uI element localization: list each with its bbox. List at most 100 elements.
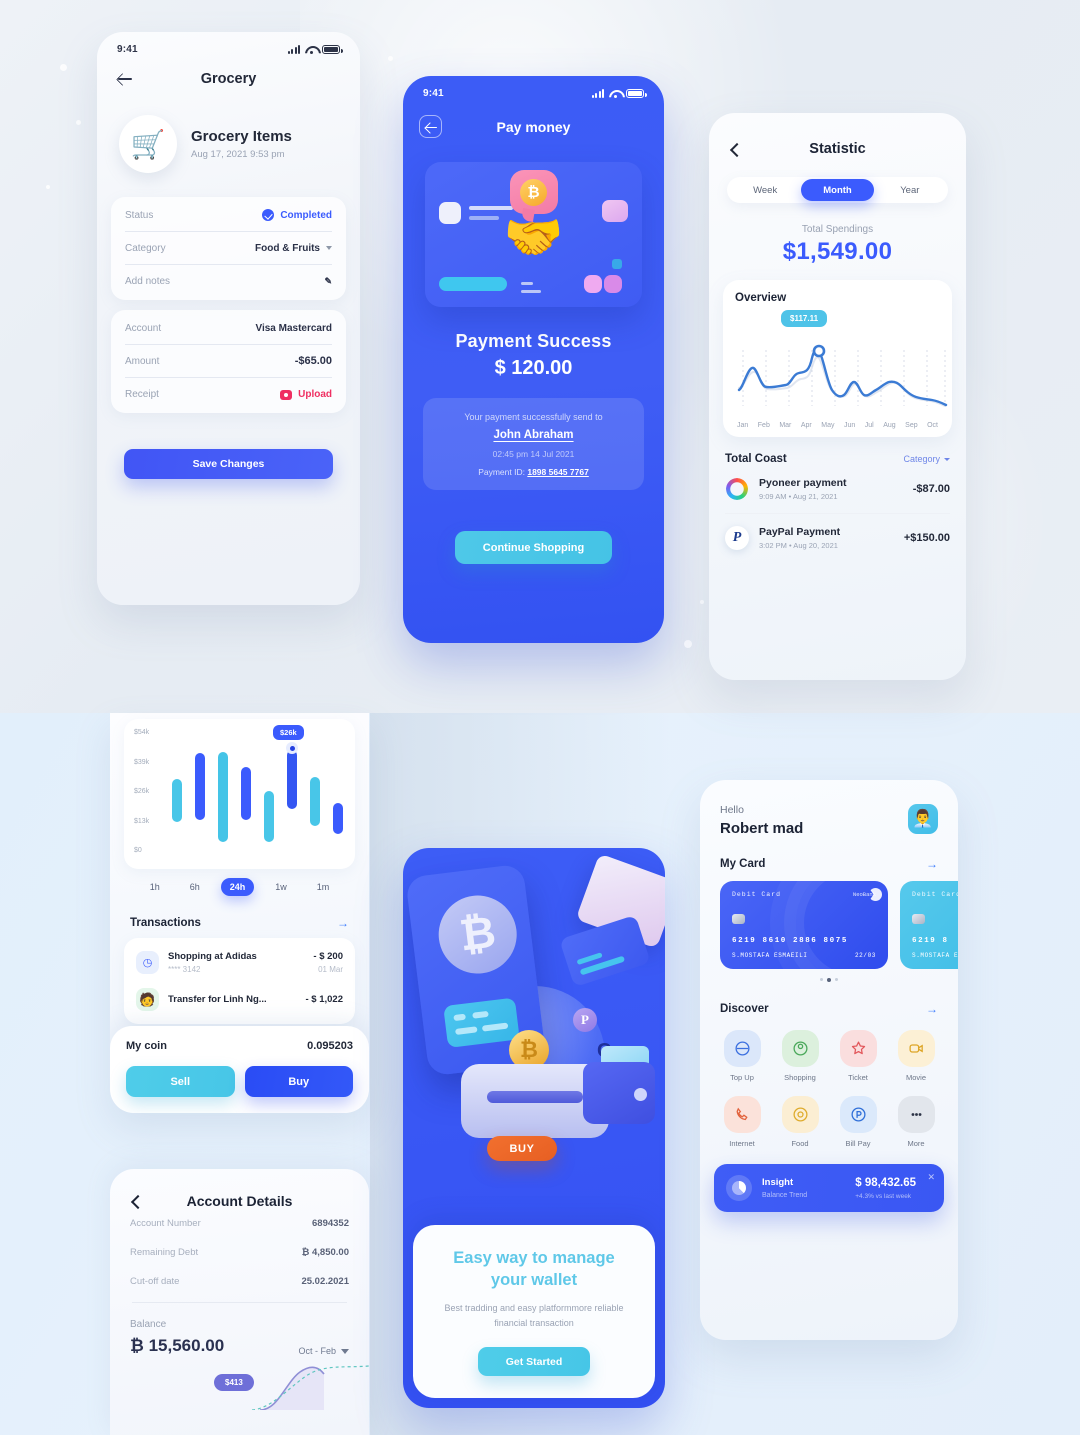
row-account[interactable]: Account Visa Mastercard — [125, 312, 332, 345]
card-square-icon — [439, 202, 461, 224]
x-tick: Sep — [905, 422, 918, 429]
buy-badge[interactable]: BUY — [487, 1136, 557, 1161]
discover-item-more[interactable]: More — [890, 1096, 942, 1148]
discover-label: Internet — [729, 1139, 755, 1148]
discover-grid: Top Up Shopping Ticket Movie Internet Fo… — [716, 1030, 942, 1148]
row-category[interactable]: Category Food & Fruits — [125, 232, 332, 265]
segment-year[interactable]: Year — [874, 179, 946, 201]
payment-id-row: Payment ID: 1898 5645 7767 — [433, 467, 634, 477]
timeframe-1h[interactable]: 1h — [141, 878, 169, 896]
billpay-icon — [839, 1096, 877, 1133]
back-chevron-icon[interactable] — [128, 1193, 144, 1209]
bar[interactable] — [218, 752, 228, 842]
transaction-row[interactable]: ◷ Shopping at Adidas **** 3142 - $ 200 0… — [136, 944, 343, 981]
payment-amount: $ 120.00 — [494, 357, 573, 379]
transaction-amount: -$87.00 — [912, 483, 950, 495]
transaction-row[interactable]: Pyoneer payment 9:09 AM • Aug 21, 2021 -… — [725, 465, 950, 514]
discover-label: Movie — [905, 1073, 926, 1082]
arrow-right-icon[interactable]: → — [337, 916, 349, 930]
segment-month[interactable]: Month — [801, 179, 874, 201]
card-expiry: 22/03 — [854, 952, 876, 959]
close-icon[interactable]: ✕ — [927, 1172, 935, 1183]
arrow-right-icon[interactable]: → — [926, 857, 938, 871]
bar[interactable] — [195, 753, 205, 820]
payment-datetime: 02:45 pm 14 Jul 2021 — [492, 449, 575, 459]
carousel-dot-active[interactable] — [827, 978, 831, 982]
heading-part-2: your wallet — [490, 1270, 578, 1289]
bg-dot — [684, 640, 692, 648]
save-changes-button[interactable]: Save Changes — [124, 449, 333, 479]
back-arrow-icon[interactable] — [419, 115, 442, 138]
avatar[interactable]: 👨‍💼 — [908, 804, 938, 834]
bar[interactable] — [172, 779, 182, 822]
x-tick: May — [821, 422, 835, 429]
signal-icon — [287, 45, 300, 54]
discover-item-internet[interactable]: Internet — [716, 1096, 768, 1148]
segment-week[interactable]: Week — [729, 179, 801, 201]
chart-x-axis: Jan Feb Mar Apr May Jun Jul Aug Sep Oct — [735, 422, 940, 429]
carousel-dot[interactable] — [820, 978, 823, 981]
transactions-header: Transactions → — [130, 916, 349, 930]
insight-amount: $ 98,432.65 — [855, 1176, 916, 1189]
carousel-dot[interactable] — [835, 978, 838, 981]
ticket-icon — [839, 1030, 877, 1067]
get-started-button[interactable]: Get Started — [478, 1347, 590, 1376]
arrow-right-icon[interactable]: → — [926, 1002, 938, 1016]
buy-button[interactable]: Buy — [244, 1066, 353, 1097]
balance-area-chart: $413 — [110, 1364, 369, 1410]
timeframe-6h[interactable]: 6h — [181, 878, 209, 896]
bar[interactable] — [264, 791, 274, 842]
bar[interactable] — [310, 777, 320, 826]
bg-dot — [76, 120, 81, 125]
row-label: Receipt — [125, 389, 159, 400]
row-receipt[interactable]: Receipt Upload — [125, 378, 332, 411]
sell-button[interactable]: Sell — [126, 1066, 235, 1097]
period-selector[interactable]: Oct - Feb — [298, 1346, 349, 1356]
my-coin-panel: My coin 0.095203 Sell Buy — [110, 1026, 369, 1113]
transaction-row[interactable]: 🧑 Transfer for Linh Ng... - $ 1,022 — [136, 981, 343, 1018]
card-number: 6219 8610 2886 8075 — [732, 937, 848, 945]
category-filter[interactable]: Category — [903, 454, 950, 464]
transaction-card-number: **** 3142 — [168, 965, 201, 974]
bar[interactable] — [241, 767, 251, 820]
timeframe-1w[interactable]: 1w — [266, 878, 296, 896]
overview-card: Overview $117.11 Jan Feb Mar Apr May Jun — [723, 280, 952, 437]
onboarding-heading: Easy way to manage your wallet — [433, 1247, 635, 1292]
row-value: Food & Fruits — [255, 243, 332, 254]
x-tick: Mar — [779, 422, 792, 429]
cutoff-date-row: Cut-off date 25.02.2021 — [130, 1267, 349, 1296]
back-arrow-icon[interactable] — [115, 69, 135, 89]
period-label: Oct - Feb — [298, 1346, 336, 1356]
status-bar: 9:41 — [97, 32, 360, 55]
grocery-detail-card-b: Account Visa Mastercard Amount -$65.00 R… — [111, 310, 346, 413]
debit-card-primary[interactable]: Debit Card NeoBank 6219 8610 2886 8075 S… — [720, 881, 888, 969]
row-status[interactable]: Status Completed — [125, 199, 332, 232]
card-square-icon — [602, 200, 628, 222]
transaction-date: 01 Mar — [318, 965, 343, 974]
continue-shopping-button[interactable]: Continue Shopping — [455, 531, 612, 564]
bar[interactable] — [333, 803, 343, 834]
debit-card-secondary[interactable]: Debit Card 6219 8 S.MOSTAFA E — [900, 881, 958, 969]
remaining-debt-row: Remaining Debt ₿ 4,850.00 — [130, 1238, 349, 1267]
discover-item-shopping[interactable]: Shopping — [774, 1030, 826, 1082]
discover-item-bill-pay[interactable]: Bill Pay — [832, 1096, 884, 1148]
transaction-row[interactable]: P PayPal Payment 3:02 PM • Aug 20, 2021 … — [725, 514, 950, 562]
insight-banner[interactable]: Insight Balance Trend $ 98,432.65 +4.3% … — [714, 1164, 944, 1212]
discover-item-ticket[interactable]: Ticket — [832, 1030, 884, 1082]
discover-item-food[interactable]: Food — [774, 1096, 826, 1148]
row-value[interactable]: Upload — [280, 389, 332, 400]
timeframe-1m[interactable]: 1m — [308, 878, 339, 896]
back-chevron-icon[interactable] — [727, 141, 743, 157]
discover-item-top-up[interactable]: Top Up — [716, 1030, 768, 1082]
edit-pencil-icon[interactable]: ✎ — [324, 276, 332, 287]
card-carousel[interactable]: Debit Card NeoBank 6219 8610 2886 8075 S… — [700, 881, 958, 969]
row-notes[interactable]: Add notes ✎ — [125, 265, 332, 298]
timeframe-24h[interactable]: 24h — [220, 878, 255, 896]
discover-item-movie[interactable]: Movie — [890, 1030, 942, 1082]
carousel-dots[interactable] — [700, 978, 958, 982]
category-text: Food & Fruits — [255, 242, 320, 254]
discover-label: Food — [791, 1139, 809, 1148]
bar[interactable] — [287, 750, 297, 809]
row-label: Status — [125, 209, 154, 221]
card-line — [469, 216, 499, 220]
